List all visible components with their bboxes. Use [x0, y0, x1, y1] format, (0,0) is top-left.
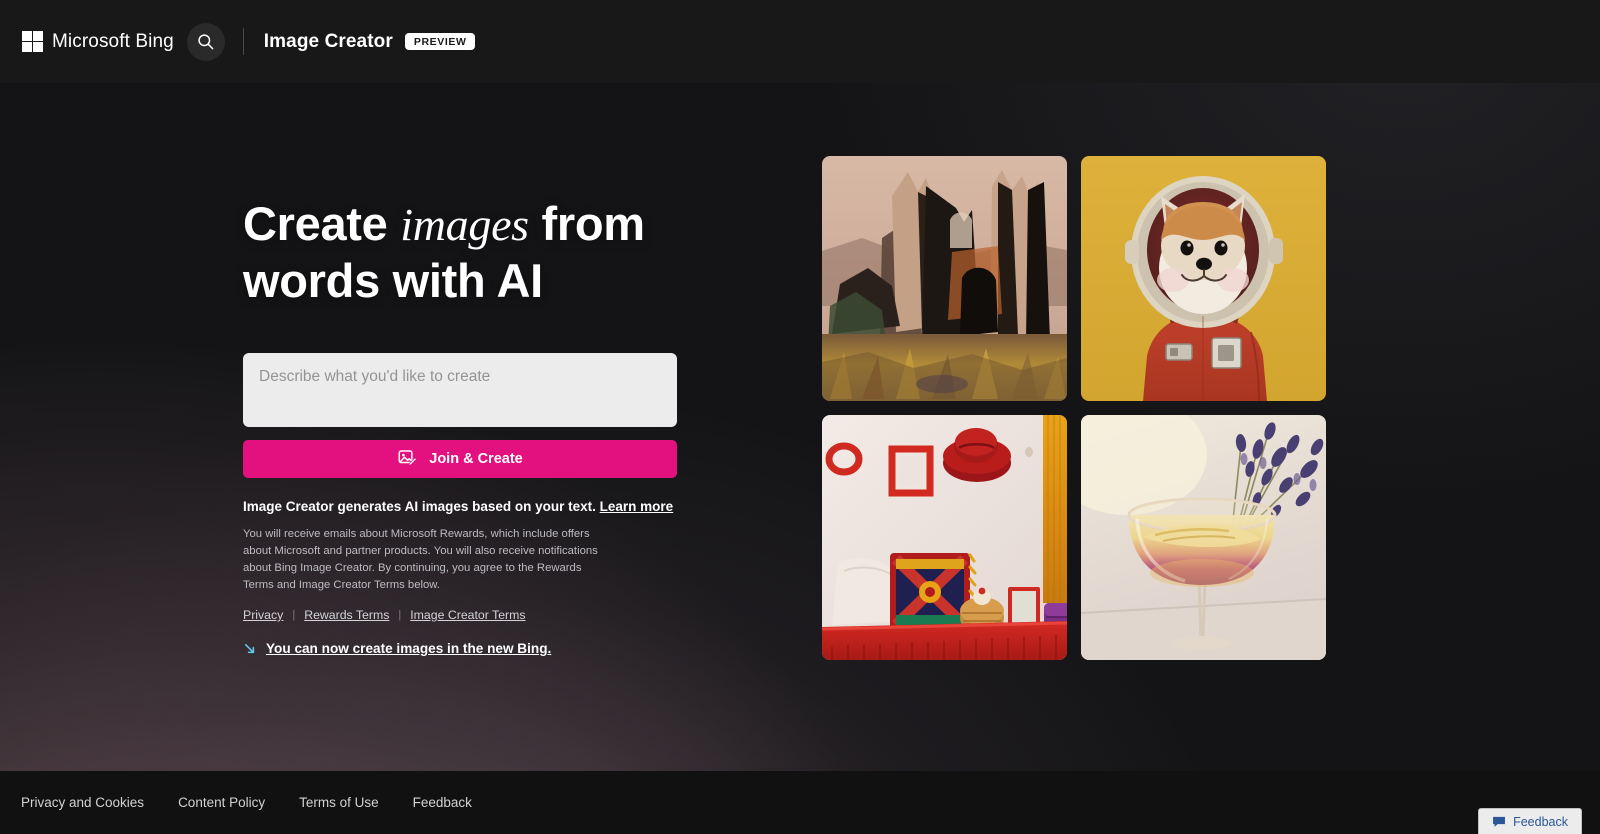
sample-image-gallery [822, 156, 1326, 660]
footer-link-content-policy[interactable]: Content Policy [178, 795, 265, 810]
footer-link-terms-of-use[interactable]: Terms of Use [299, 795, 379, 810]
feedback-widget-label: Feedback [1513, 815, 1568, 829]
search-button[interactable] [187, 23, 225, 61]
gallery-tile-lavender-cocktail[interactable] [1081, 415, 1326, 660]
footer-bar: Privacy and Cookies Content Policy Terms… [0, 771, 1600, 834]
microsoft-squares-logo-icon [22, 31, 43, 52]
bohemian-bedroom-photo [822, 415, 1067, 660]
shiba-inu-astronaut-portrait [1081, 156, 1326, 401]
learn-more-link[interactable]: Learn more [600, 499, 674, 514]
feedback-widget-button[interactable]: Feedback [1478, 808, 1582, 834]
new-bing-promo[interactable]: You can now create images in the new Bin… [243, 641, 693, 656]
diagonal-arrow-icon [243, 642, 257, 656]
image-creator-page: Microsoft Bing Image Creator PREVIEW Cre… [0, 0, 1600, 834]
legal-link-image-creator-terms[interactable]: Image Creator Terms [410, 608, 525, 622]
join-and-create-label: Join & Create [429, 451, 522, 467]
hero-heading: Create images from words with AI [243, 196, 693, 310]
legal-separator-1: | [292, 609, 295, 621]
legal-separator-2: | [398, 609, 401, 621]
legal-link-rewards-terms[interactable]: Rewards Terms [304, 608, 389, 622]
prompt-input[interactable] [243, 353, 677, 427]
speech-bubble-icon [1492, 815, 1506, 829]
legal-link-privacy[interactable]: Privacy [243, 608, 283, 622]
disclaimer-text: Image Creator generates AI images based … [243, 498, 693, 516]
castle-ruins-painting [822, 156, 1067, 401]
gallery-tile-shiba-astronaut[interactable] [1081, 156, 1326, 401]
join-and-create-button[interactable]: Join & Create [243, 440, 677, 478]
preview-badge: PREVIEW [405, 33, 476, 51]
footer-link-privacy-and-cookies[interactable]: Privacy and Cookies [21, 795, 144, 810]
gallery-tile-castle-ruins[interactable] [822, 156, 1067, 401]
new-bing-promo-link[interactable]: You can now create images in the new Bin… [266, 641, 551, 656]
hero-heading-part1: Create [243, 197, 400, 250]
search-icon [196, 32, 215, 51]
fineprint-text: You will receive emails about Microsoft … [243, 526, 603, 594]
microsoft-bing-home-link[interactable]: Microsoft Bing [22, 22, 174, 62]
hero-heading-emphasis: images [400, 199, 529, 250]
microsoft-bing-wordmark: Microsoft Bing [52, 31, 174, 53]
gallery-tile-bohemian-bedroom[interactable] [822, 415, 1067, 660]
legal-links-row: Privacy | Rewards Terms | Image Creator … [243, 608, 693, 622]
image-edit-icon [397, 448, 418, 469]
top-navigation-bar: Microsoft Bing Image Creator PREVIEW [0, 0, 1600, 83]
hero-panel: Create images from words with AI Join & … [243, 196, 693, 656]
lavender-cocktail-photo [1081, 415, 1326, 660]
page-title: Image Creator [264, 31, 393, 53]
disclaimer-sentence: Image Creator generates AI images based … [243, 499, 596, 514]
footer-link-feedback[interactable]: Feedback [413, 795, 472, 810]
header-divider [243, 28, 244, 55]
